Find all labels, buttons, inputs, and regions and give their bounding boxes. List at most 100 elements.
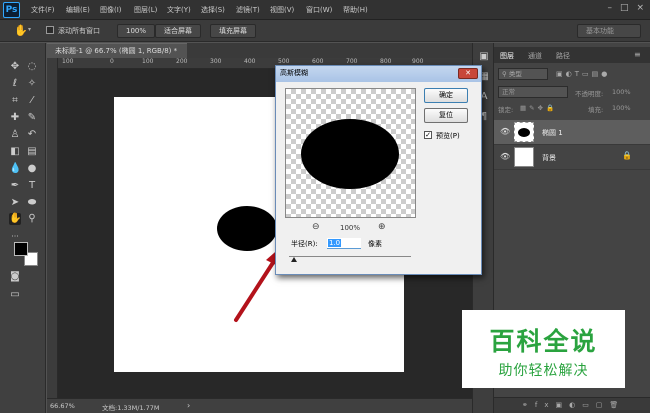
zoom-tool-icon[interactable]: ⚲ xyxy=(26,213,38,225)
menu-select[interactable]: 选择(S) xyxy=(201,5,225,15)
layer-name[interactable]: 椭圆 1 xyxy=(542,128,563,138)
radius-unit: 像素 xyxy=(368,240,382,248)
history-panel-icon[interactable]: ▣ xyxy=(478,51,490,63)
blend-mode-select[interactable]: 正常 xyxy=(498,86,568,98)
ruler-number: 600 xyxy=(312,58,324,65)
layer-thumbnail xyxy=(514,147,534,167)
tab-paths[interactable]: 路径 xyxy=(556,51,570,61)
radius-value: 1.0 xyxy=(328,239,342,247)
close-icon[interactable]: ✕ xyxy=(458,68,478,79)
ruler-number: 400 xyxy=(244,58,256,65)
ruler-number: 900 xyxy=(412,58,424,65)
photoshop-logo: Ps xyxy=(3,2,20,18)
radius-slider-thumb[interactable] xyxy=(291,257,297,262)
marquee-tool-icon[interactable]: ◌ xyxy=(26,61,38,73)
document-tab[interactable]: 未标题-1 @ 66.7% (椭圆 1, RGB/8) * xyxy=(47,43,187,58)
ruler-number: 800 xyxy=(380,58,392,65)
watermark-subtitle: 助你轻松解决 xyxy=(498,363,589,379)
minimize-icon[interactable]: – xyxy=(607,3,612,13)
layer-actions-bar[interactable]: ⚭fx▣◐▭▢🗑 xyxy=(494,397,650,413)
chevron-right-icon[interactable]: › xyxy=(187,401,190,410)
quick-mask-icon[interactable]: ◙ xyxy=(9,271,21,283)
ruler-number: 500 xyxy=(278,58,290,65)
preview-checkbox[interactable]: ✓ xyxy=(424,131,432,139)
panel-menu-icon[interactable]: ≡ xyxy=(634,50,641,59)
reset-button[interactable]: 复位 xyxy=(424,108,468,123)
radius-input[interactable]: 1.0 xyxy=(327,238,361,249)
lock-icon: 🔒 xyxy=(622,151,632,160)
status-bar: 66.67% 文档:1.33M/1.77M › xyxy=(47,398,472,413)
layer-row-background[interactable]: 👁 背景 🔒 xyxy=(494,145,650,170)
crop-tool-icon[interactable]: ⌗ xyxy=(9,95,21,107)
hand-tool-icon: ✋ xyxy=(14,24,28,37)
healing-brush-icon[interactable]: ✚ xyxy=(9,112,21,124)
menu-file[interactable]: 文件(F) xyxy=(31,5,55,15)
radius-slider-track[interactable] xyxy=(289,256,411,257)
tools-panel: ✥ ◌ ℓ ✧ ⌗ ⁄ ✚ ✎ ♙ ↶ ◧ ▤ 💧 ● ✒ T ➤ ⬬ ✋ ⚲ … xyxy=(0,43,46,413)
lock-label: 锁定: xyxy=(498,106,514,114)
pen-tool-icon[interactable]: ✒ xyxy=(9,180,21,192)
move-tool-icon[interactable]: ✥ xyxy=(9,61,21,73)
eyedropper-icon[interactable]: ⁄ xyxy=(26,95,38,107)
menu-layer[interactable]: 图层(L) xyxy=(134,5,157,15)
type-tool-icon[interactable]: T xyxy=(26,180,38,192)
document-info: 文档:1.33M/1.77M xyxy=(102,404,160,412)
foreground-color-swatch-top[interactable] xyxy=(14,242,28,256)
blur-tool-icon[interactable]: 💧 xyxy=(9,163,21,175)
clone-stamp-icon[interactable]: ♙ xyxy=(9,129,21,141)
opacity-label: 不透明度: xyxy=(575,90,604,98)
menu-image[interactable]: 图像(I) xyxy=(100,5,122,15)
preview-zoom-level: 100% xyxy=(340,224,361,232)
zoom-in-icon[interactable]: ⊕ xyxy=(378,222,386,232)
lock-icons[interactable]: ▦✎✥🔒 xyxy=(520,104,557,112)
menu-filter[interactable]: 滤镜(T) xyxy=(236,5,260,15)
magic-wand-icon[interactable]: ✧ xyxy=(26,78,38,90)
visibility-eye-icon[interactable]: 👁 xyxy=(500,152,510,162)
menu-edit[interactable]: 编辑(E) xyxy=(66,5,90,15)
search-icon: ⚲ xyxy=(502,70,509,78)
close-icon[interactable]: × xyxy=(636,3,644,13)
blur-preview[interactable] xyxy=(285,88,416,218)
gradient-tool-icon[interactable]: ▤ xyxy=(26,146,38,158)
menu-window[interactable]: 窗口(W) xyxy=(306,5,332,15)
zoom-100-button[interactable]: 100% xyxy=(117,24,156,38)
ruler-number: 300 xyxy=(210,58,222,65)
layer-filter-icons[interactable]: ▣◐T▭▤● xyxy=(556,70,646,80)
menu-type[interactable]: 文字(Y) xyxy=(167,5,191,15)
chevron-down-icon[interactable]: ▾ xyxy=(28,26,31,33)
workspace-select[interactable]: 基本功能 xyxy=(577,24,641,38)
fit-screen-button[interactable]: 适合屏幕 xyxy=(155,24,201,38)
history-brush-icon[interactable]: ↶ xyxy=(26,129,38,141)
zoom-out-icon[interactable]: ⊖ xyxy=(312,222,320,232)
radius-label: 半径(R): xyxy=(291,240,318,248)
fill-screen-button[interactable]: 填充屏幕 xyxy=(210,24,256,38)
maximize-icon[interactable]: □ xyxy=(620,3,629,13)
shape-tool-icon[interactable]: ⬬ xyxy=(26,197,38,209)
ok-button[interactable]: 确定 xyxy=(424,88,468,103)
window-controls: – □ × xyxy=(607,3,644,13)
hand-tool-icon[interactable]: ✋ xyxy=(9,213,21,225)
ruler-number: 700 xyxy=(346,58,358,65)
preview-label: 预览(P) xyxy=(436,132,460,140)
tab-channels[interactable]: 通道 xyxy=(528,51,542,61)
scroll-all-windows-checkbox[interactable] xyxy=(46,26,54,34)
path-select-icon[interactable]: ➤ xyxy=(9,197,21,209)
screen-mode-icon[interactable]: ▭ xyxy=(9,289,21,301)
options-bar: ✋ ▾ 滚动所有窗口 100% 适合屏幕 填充屏幕 基本功能 xyxy=(0,20,650,42)
menu-help[interactable]: 帮助(H) xyxy=(343,5,368,15)
opacity-value[interactable]: 100% xyxy=(612,88,631,96)
tab-layers[interactable]: 图层 xyxy=(500,51,514,61)
eraser-tool-icon[interactable]: ◧ xyxy=(9,146,21,158)
layer-row-ellipse[interactable]: 👁 椭圆 1 xyxy=(494,120,650,145)
zoom-level[interactable]: 66.67% xyxy=(50,402,75,410)
brush-tool-icon[interactable]: ✎ xyxy=(26,112,38,124)
menu-view[interactable]: 视图(V) xyxy=(270,5,294,15)
layer-filter-select[interactable]: ⚲ 类型 xyxy=(498,68,548,80)
fill-value[interactable]: 100% xyxy=(612,104,631,112)
layer-name[interactable]: 背景 xyxy=(542,153,556,163)
layer-thumbnail xyxy=(514,122,534,142)
visibility-eye-icon[interactable]: 👁 xyxy=(500,127,510,137)
dodge-tool-icon[interactable]: ● xyxy=(26,163,38,175)
lasso-tool-icon[interactable]: ℓ xyxy=(9,78,21,90)
menu-bar: Ps 文件(F) 编辑(E) 图像(I) 图层(L) 文字(Y) 选择(S) 滤… xyxy=(0,0,650,20)
